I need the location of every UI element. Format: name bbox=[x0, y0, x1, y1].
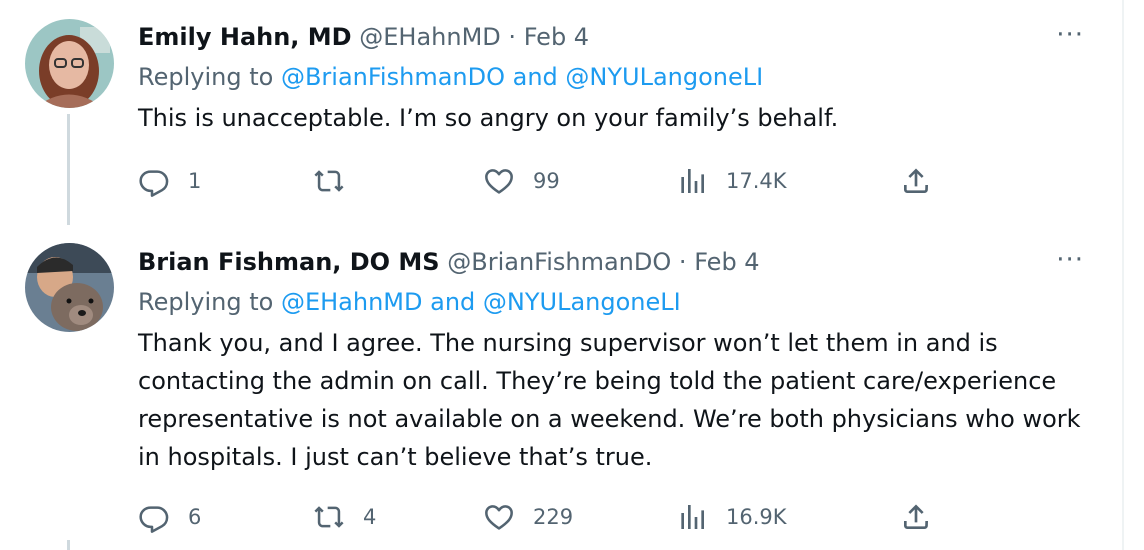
reply-count: 1 bbox=[188, 169, 202, 193]
mention-link[interactable]: @BrianFishmanDO bbox=[281, 63, 505, 91]
replying-to: Replying to @BrianFishmanDO and @NYULang… bbox=[138, 62, 763, 92]
avatar[interactable] bbox=[25, 19, 114, 108]
retweet-icon bbox=[314, 506, 344, 528]
avatar[interactable] bbox=[25, 243, 114, 332]
author-name[interactable]: Emily Hahn, MD bbox=[138, 23, 352, 51]
reply-button[interactable]: 6 bbox=[138, 499, 201, 535]
tweet-date[interactable]: Feb 4 bbox=[524, 23, 589, 51]
reply-icon bbox=[139, 506, 169, 533]
views-icon bbox=[681, 169, 704, 193]
author-handle[interactable]: @EHahnMD bbox=[359, 23, 501, 51]
like-button[interactable]: 229 bbox=[483, 499, 573, 535]
reply-count: 6 bbox=[188, 505, 202, 529]
mention-link[interactable]: @EHahnMD bbox=[281, 288, 423, 316]
share-button[interactable] bbox=[900, 499, 932, 535]
timeline-border bbox=[1122, 0, 1124, 550]
thread-line bbox=[67, 114, 70, 225]
retweet-button[interactable]: 4 bbox=[313, 499, 376, 535]
tweet-header: Emily Hahn, MD @EHahnMD · Feb 4 bbox=[138, 22, 589, 52]
retweet-count: 4 bbox=[363, 505, 377, 529]
mention-and: and bbox=[430, 288, 476, 316]
mention-and: and bbox=[512, 63, 558, 91]
like-count: 229 bbox=[533, 505, 574, 529]
tweet[interactable]: Brian Fishman, DO MS @BrianFishmanDO · F… bbox=[0, 225, 1118, 550]
more-icon[interactable]: ··· bbox=[1056, 245, 1084, 275]
tweet-actions: 6 4 229 16.9K bbox=[138, 499, 958, 535]
share-button[interactable] bbox=[900, 163, 932, 199]
share-icon bbox=[904, 168, 928, 193]
views-icon bbox=[681, 505, 704, 529]
tweet-date[interactable]: Feb 4 bbox=[694, 248, 759, 276]
author-name[interactable]: Brian Fishman, DO MS bbox=[138, 248, 440, 276]
mention-link[interactable]: @NYULangoneLI bbox=[565, 63, 763, 91]
replying-label: Replying to bbox=[138, 288, 274, 316]
replying-label: Replying to bbox=[138, 63, 274, 91]
replying-to: Replying to @EHahnMD and @NYULangoneLI bbox=[138, 287, 681, 317]
retweet-icon bbox=[314, 170, 344, 192]
author-handle[interactable]: @BrianFishmanDO bbox=[447, 248, 671, 276]
more-icon[interactable]: ··· bbox=[1056, 20, 1084, 50]
heart-icon bbox=[485, 505, 513, 530]
share-icon bbox=[904, 504, 928, 529]
retweet-button[interactable] bbox=[313, 163, 363, 199]
mention-link[interactable]: @NYULangoneLI bbox=[483, 288, 681, 316]
like-count: 99 bbox=[533, 169, 560, 193]
tweet-header: Brian Fishman, DO MS @BrianFishmanDO · F… bbox=[138, 247, 760, 277]
reply-button[interactable]: 1 bbox=[138, 163, 201, 199]
view-count: 16.9K bbox=[726, 505, 787, 529]
reply-icon bbox=[139, 170, 169, 197]
view-count: 17.4K bbox=[726, 169, 787, 193]
tweet-text: This is unacceptable. I’m so angry on yo… bbox=[138, 104, 839, 132]
tweet-actions: 1 99 17.4K bbox=[138, 163, 958, 199]
heart-icon bbox=[485, 169, 513, 194]
tweet[interactable]: Emily Hahn, MD @EHahnMD · Feb 4 ··· Repl… bbox=[0, 0, 1118, 225]
tweet-text: Thank you, and I agree. The nursing supe… bbox=[138, 329, 1081, 471]
separator: · bbox=[508, 23, 517, 51]
views-button[interactable]: 16.9K bbox=[676, 499, 787, 535]
views-button[interactable]: 17.4K bbox=[676, 163, 787, 199]
thread-line bbox=[67, 540, 70, 550]
separator: · bbox=[678, 248, 687, 276]
like-button[interactable]: 99 bbox=[483, 163, 560, 199]
